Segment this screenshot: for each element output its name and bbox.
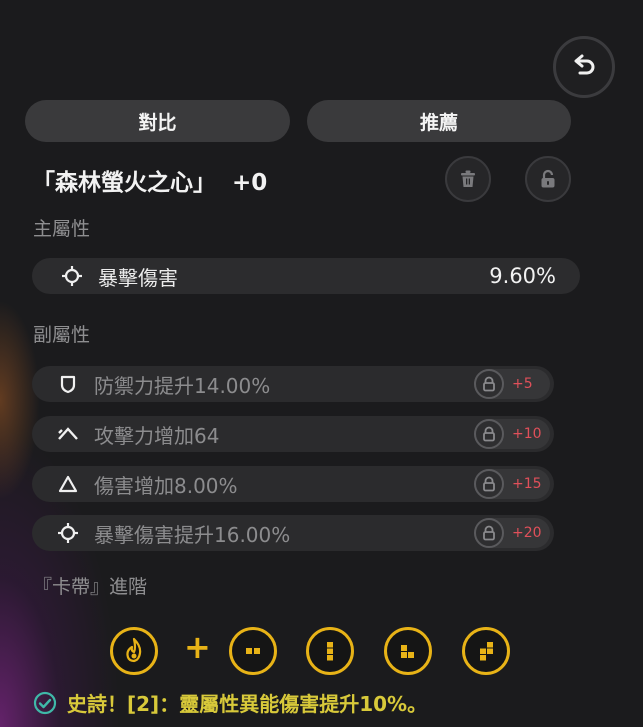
- sub-stat-row: 傷害增加8.00% +15: [32, 466, 554, 502]
- fusion-slot[interactable]: [462, 627, 510, 675]
- tab-recommend-label: 推薦: [419, 111, 458, 134]
- crit-target-icon: [56, 521, 80, 545]
- unlock-level: +15: [512, 476, 542, 492]
- undo-arrow-icon: [574, 54, 595, 75]
- sub-stat-lock: +20: [474, 518, 550, 548]
- triangle-icon: [56, 472, 80, 496]
- trash-icon: [461, 170, 475, 187]
- block-slot-4-icon: [480, 642, 493, 661]
- check-circle-icon: [33, 691, 57, 714]
- unlock-level: +10: [512, 426, 542, 442]
- block-slot-3-icon: [401, 645, 414, 658]
- discard-button[interactable]: [445, 156, 491, 202]
- lock-icon: [541, 169, 555, 188]
- unlock-level: +5: [512, 376, 533, 392]
- tab-compare[interactable]: 對比: [25, 100, 290, 142]
- padlock-icon: [474, 518, 504, 548]
- padlock-icon: [474, 369, 504, 399]
- sub-stat-row: 攻擊力增加64 +10: [32, 416, 554, 452]
- sub-stat-name: 防禦力提升14.00%: [94, 373, 271, 398]
- back-button[interactable]: [553, 36, 615, 98]
- item-title: 「森林螢火之心」 +0: [32, 163, 267, 197]
- sub-stats-label: 副屬性: [33, 324, 91, 346]
- sub-stat-name: 暴擊傷害提升16.00%: [94, 522, 291, 547]
- sub-stat-lock: +10: [474, 419, 550, 449]
- sub-stat-lock: +15: [474, 469, 550, 499]
- sub-stat-name: 傷害增加8.00%: [94, 473, 238, 498]
- fusion-slot-core[interactable]: [110, 627, 158, 675]
- item-level: +0: [232, 170, 268, 196]
- fusion-slot[interactable]: [384, 627, 432, 675]
- crit-target-icon: [60, 264, 84, 288]
- set-bonus: 史詩！[2]：靈屬性異能傷害提升10%。: [33, 688, 427, 717]
- sub-stat-name: 攻擊力增加64: [94, 423, 220, 448]
- main-stat-row: 暴擊傷害 9.60%: [32, 258, 580, 294]
- sub-stat-lock: +5: [474, 369, 550, 399]
- lock-button[interactable]: [525, 156, 571, 202]
- fusion-plus: +: [184, 628, 211, 666]
- unlock-level: +20: [512, 525, 542, 541]
- item-name: 「森林螢火之心」: [32, 170, 216, 196]
- block-slot-1-icon: [246, 648, 260, 654]
- padlock-icon: [474, 469, 504, 499]
- chevron-up-icon: [56, 422, 80, 446]
- main-stats-label: 主屬性: [33, 218, 91, 240]
- padlock-icon: [474, 419, 504, 449]
- tab-recommend[interactable]: 推薦: [307, 100, 571, 142]
- set-bonus-text: 史詩！[2]：靈屬性異能傷害提升10%。: [67, 692, 428, 716]
- main-stat-name: 暴擊傷害: [98, 265, 178, 290]
- shield-icon: [56, 372, 80, 396]
- fusion-slot[interactable]: [229, 627, 277, 675]
- flame-core-icon: [126, 637, 142, 663]
- sub-stat-row: 防禦力提升14.00% +5: [32, 366, 554, 402]
- card-fusion-label: 『卡帶』進階: [33, 576, 148, 598]
- tab-compare-label: 對比: [138, 111, 177, 134]
- block-slot-2-icon: [327, 642, 333, 661]
- sub-stat-row: 暴擊傷害提升16.00% +20: [32, 515, 554, 551]
- fusion-slot[interactable]: [306, 627, 354, 675]
- main-stat-value: 9.60%: [489, 264, 556, 288]
